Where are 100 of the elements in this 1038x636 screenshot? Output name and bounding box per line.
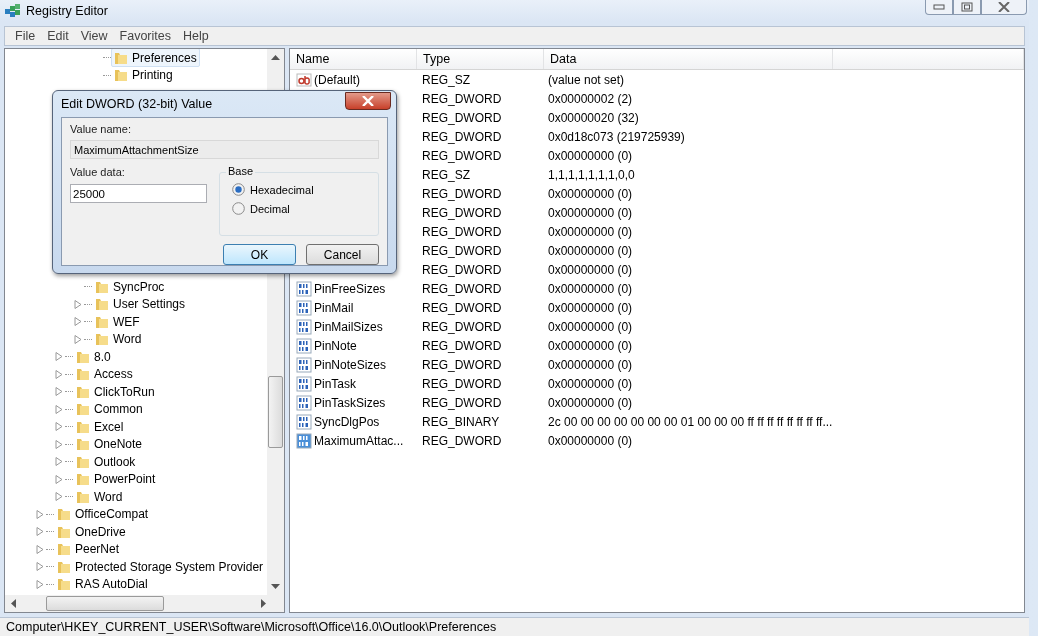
- expand-arrow-icon[interactable]: [74, 334, 82, 344]
- tree-item[interactable]: PowerPoint: [73, 469, 159, 489]
- tree-item[interactable]: PeerNet: [54, 539, 123, 559]
- value-name[interactable]: PinMailSizes: [314, 319, 383, 334]
- dialog-button[interactable]: OK: [223, 244, 296, 265]
- dialog-button[interactable]: Cancel: [306, 244, 379, 265]
- scroll-right-icon[interactable]: [261, 599, 266, 608]
- value-data: 0x00000000 (0): [547, 433, 633, 448]
- value-type: REG_DWORD: [421, 300, 503, 315]
- value-name-field: MaximumAttachmentSize: [70, 140, 379, 159]
- tree-item[interactable]: RAS AutoDial: [54, 574, 151, 594]
- value-type: REG_SZ: [421, 167, 471, 182]
- group-label: Base: [226, 165, 256, 177]
- tree-item[interactable]: Common: [73, 399, 146, 419]
- tree-item[interactable]: Word: [73, 487, 126, 507]
- tree-item[interactable]: ClickToRun: [73, 382, 158, 402]
- tree-item[interactable]: Word: [92, 329, 145, 349]
- value-data-input[interactable]: 25000: [70, 184, 207, 203]
- value-name[interactable]: (Default): [314, 72, 360, 87]
- expand-arrow-icon[interactable]: [55, 474, 63, 484]
- folder-icon: [94, 331, 110, 348]
- expand-arrow-icon[interactable]: [55, 439, 63, 449]
- menu-item[interactable]: Favorites: [113, 29, 177, 43]
- maximize-button[interactable]: [953, 0, 981, 15]
- expand-arrow-icon[interactable]: [36, 562, 44, 572]
- value-name[interactable]: SyncDlgPos: [314, 414, 380, 429]
- expand-arrow-icon[interactable]: [55, 422, 63, 432]
- radio-button[interactable]: [232, 183, 245, 196]
- value-data: 0x00000000 (0): [547, 148, 633, 163]
- tree-item[interactable]: Protected Storage System Provider: [54, 557, 267, 577]
- value-name[interactable]: PinFreeSizes: [314, 281, 386, 296]
- column-header[interactable]: Data: [544, 49, 833, 69]
- folder-icon: [56, 506, 72, 523]
- radio-label[interactable]: Hexadecimal: [250, 183, 314, 196]
- tree-item[interactable]: Excel: [73, 417, 127, 437]
- value-type: REG_DWORD: [421, 357, 503, 372]
- expand-arrow-icon[interactable]: [55, 457, 63, 467]
- tree-item[interactable]: WEF: [92, 312, 143, 332]
- value-data: 0x00000000 (0): [547, 376, 633, 391]
- value-name[interactable]: PinTaskSizes: [314, 395, 386, 410]
- scroll-up-icon[interactable]: [271, 55, 280, 60]
- value-data: 0x00000000 (0): [547, 319, 633, 334]
- expand-arrow-icon[interactable]: [55, 387, 63, 397]
- expand-arrow-icon[interactable]: [36, 579, 44, 589]
- value-name[interactable]: PinTask: [314, 376, 357, 391]
- menu-item[interactable]: Help: [177, 29, 215, 43]
- value-type: REG_DWORD: [421, 148, 503, 163]
- close-button[interactable]: [981, 0, 1027, 15]
- menu-item[interactable]: View: [74, 29, 114, 43]
- field-label: Value name:: [70, 123, 132, 135]
- column-header[interactable]: Name: [290, 49, 417, 69]
- field-label: Value data:: [70, 166, 126, 178]
- value-name[interactable]: PinNote: [314, 338, 357, 353]
- expand-arrow-icon[interactable]: [55, 492, 63, 502]
- value-type: REG_DWORD: [421, 243, 503, 258]
- tree-item[interactable]: OneNote: [73, 434, 146, 454]
- expand-arrow-icon[interactable]: [55, 369, 63, 379]
- tree-item[interactable]: Printing: [111, 65, 176, 85]
- menu-item[interactable]: File: [9, 29, 42, 43]
- value-type: REG_DWORD: [421, 395, 503, 410]
- scroll-down-icon[interactable]: [271, 584, 280, 589]
- expand-arrow-icon[interactable]: [55, 352, 63, 362]
- tree-item[interactable]: User Settings: [92, 294, 189, 314]
- tree-item[interactable]: 8.0: [73, 347, 114, 367]
- value-name[interactable]: MaximumAttac...: [314, 433, 404, 448]
- tree-item[interactable]: SyncProc: [92, 277, 168, 297]
- folder-icon: [75, 401, 91, 418]
- scrollbar-thumb[interactable]: [46, 596, 164, 611]
- tree-item[interactable]: Access: [73, 364, 136, 384]
- menu-item[interactable]: Edit: [41, 29, 75, 43]
- tree-item[interactable]: Preferences: [111, 49, 200, 68]
- value-type: REG_DWORD: [421, 205, 503, 220]
- expand-arrow-icon[interactable]: [36, 544, 44, 554]
- close-icon: [362, 96, 374, 106]
- horizontal-scrollbar[interactable]: [5, 595, 284, 612]
- value-type: REG_DWORD: [421, 376, 503, 391]
- tree-item[interactable]: Outlook: [73, 452, 139, 472]
- expand-arrow-icon[interactable]: [74, 317, 82, 327]
- value-type: REG_DWORD: [421, 224, 503, 239]
- value-data: 2c 00 00 00 00 00 00 00 01 00 00 00 ff ff ff ff ff ff ff ff...: [547, 414, 833, 429]
- scrollbar-thumb[interactable]: [268, 376, 283, 448]
- folder-icon: [75, 471, 91, 488]
- scroll-left-icon[interactable]: [11, 599, 16, 608]
- expand-arrow-icon[interactable]: [36, 509, 44, 519]
- expand-arrow-icon[interactable]: [55, 404, 63, 414]
- dialog-close-button[interactable]: [345, 92, 391, 110]
- maximize-icon: [961, 2, 973, 12]
- value-name[interactable]: PinNoteSizes: [314, 357, 387, 372]
- minimize-button[interactable]: [925, 0, 953, 15]
- radio-label[interactable]: Decimal: [250, 202, 290, 215]
- value-type: REG_SZ: [421, 72, 471, 87]
- value-name[interactable]: PinMail: [314, 300, 354, 315]
- tree-item[interactable]: OneDrive: [54, 522, 129, 542]
- radio-button[interactable]: [232, 202, 245, 215]
- expand-arrow-icon[interactable]: [36, 527, 44, 537]
- value-type: REG_DWORD: [421, 186, 503, 201]
- expand-arrow-icon[interactable]: [74, 299, 82, 309]
- column-header[interactable]: Type: [417, 49, 544, 69]
- tree-item[interactable]: OfficeCompat: [54, 504, 152, 524]
- value-type: REG_DWORD: [421, 338, 503, 353]
